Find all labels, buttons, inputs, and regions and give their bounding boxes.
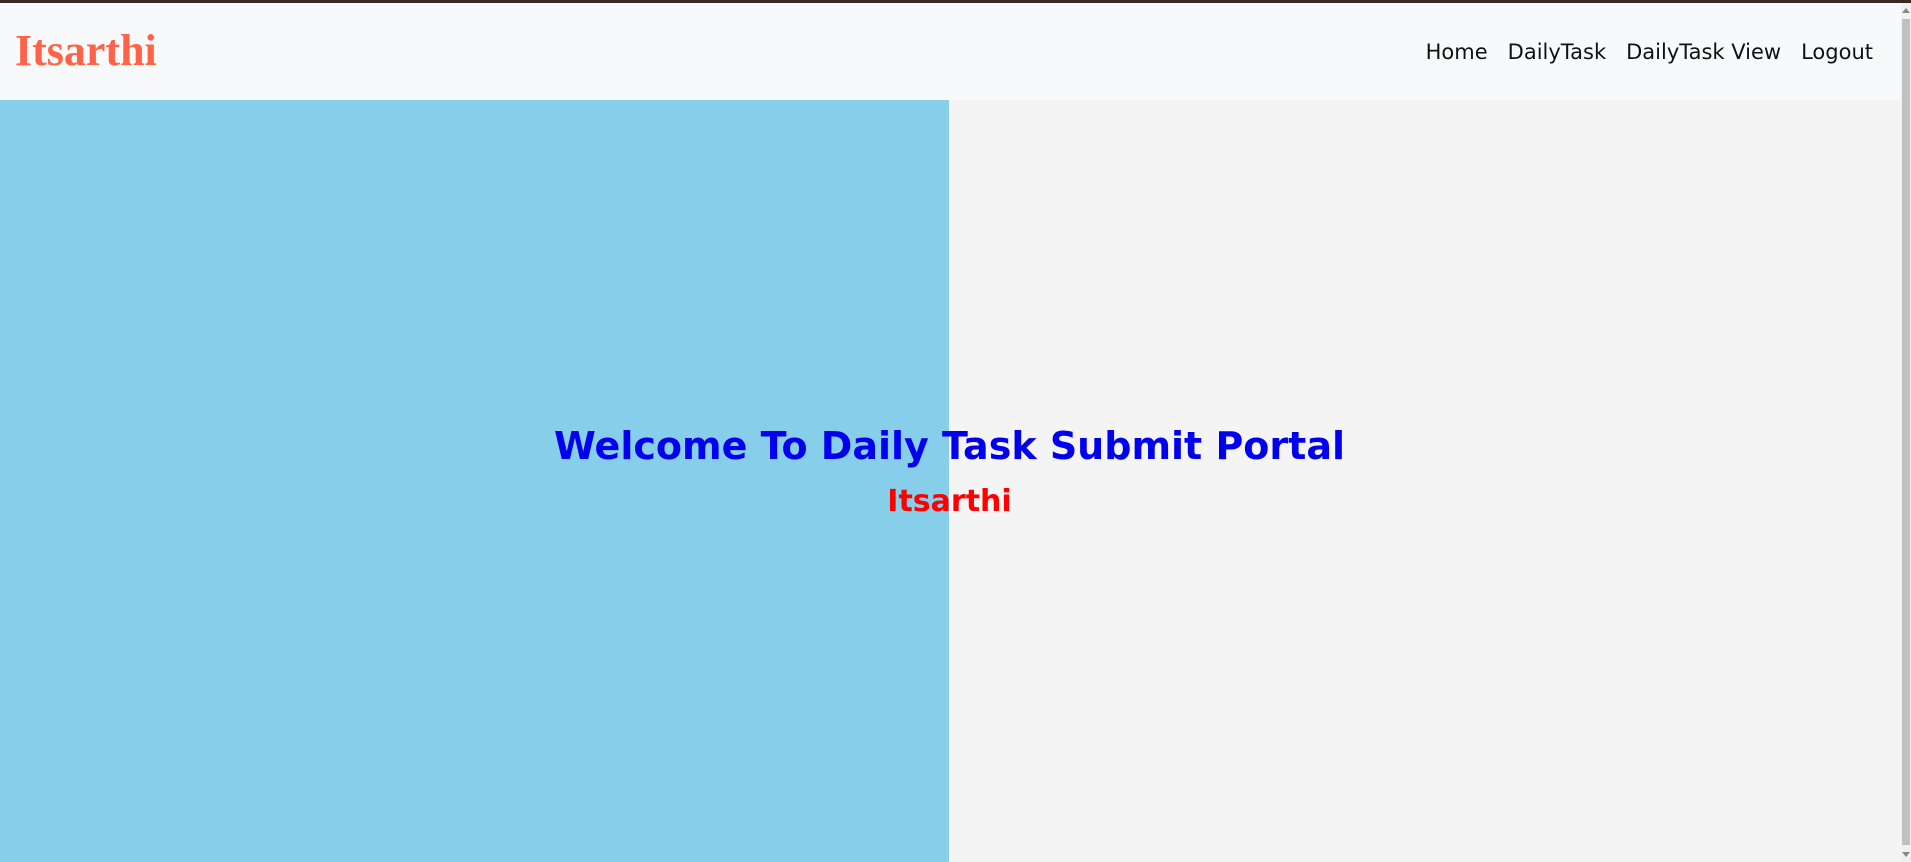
- nav-link-logout[interactable]: Logout: [1801, 37, 1873, 67]
- main-content: Welcome To Daily Task Submit Portal Itsa…: [0, 100, 1901, 862]
- nav-link-dailytask[interactable]: DailyTask: [1508, 37, 1606, 67]
- scroll-up-arrow-icon[interactable]: [1902, 8, 1910, 13]
- right-panel: [949, 100, 1901, 862]
- nav-link-dailytask-view[interactable]: DailyTask View: [1626, 37, 1781, 67]
- welcome-subheading: Itsarthi: [887, 484, 1012, 519]
- scroll-down-arrow-icon[interactable]: [1902, 852, 1910, 857]
- scrollbar-thumb[interactable]: [1902, 19, 1910, 845]
- nav-link-home[interactable]: Home: [1426, 37, 1488, 67]
- left-panel: [0, 100, 949, 862]
- brand-logo[interactable]: Itsarthi: [15, 23, 157, 79]
- navbar: Itsarthi Home DailyTask DailyTask View L…: [0, 3, 1901, 100]
- nav-links: Home DailyTask DailyTask View Logout: [1426, 37, 1873, 67]
- welcome-heading: Welcome To Daily Task Submit Portal: [554, 424, 1345, 468]
- vertical-scrollbar[interactable]: [1901, 3, 1911, 862]
